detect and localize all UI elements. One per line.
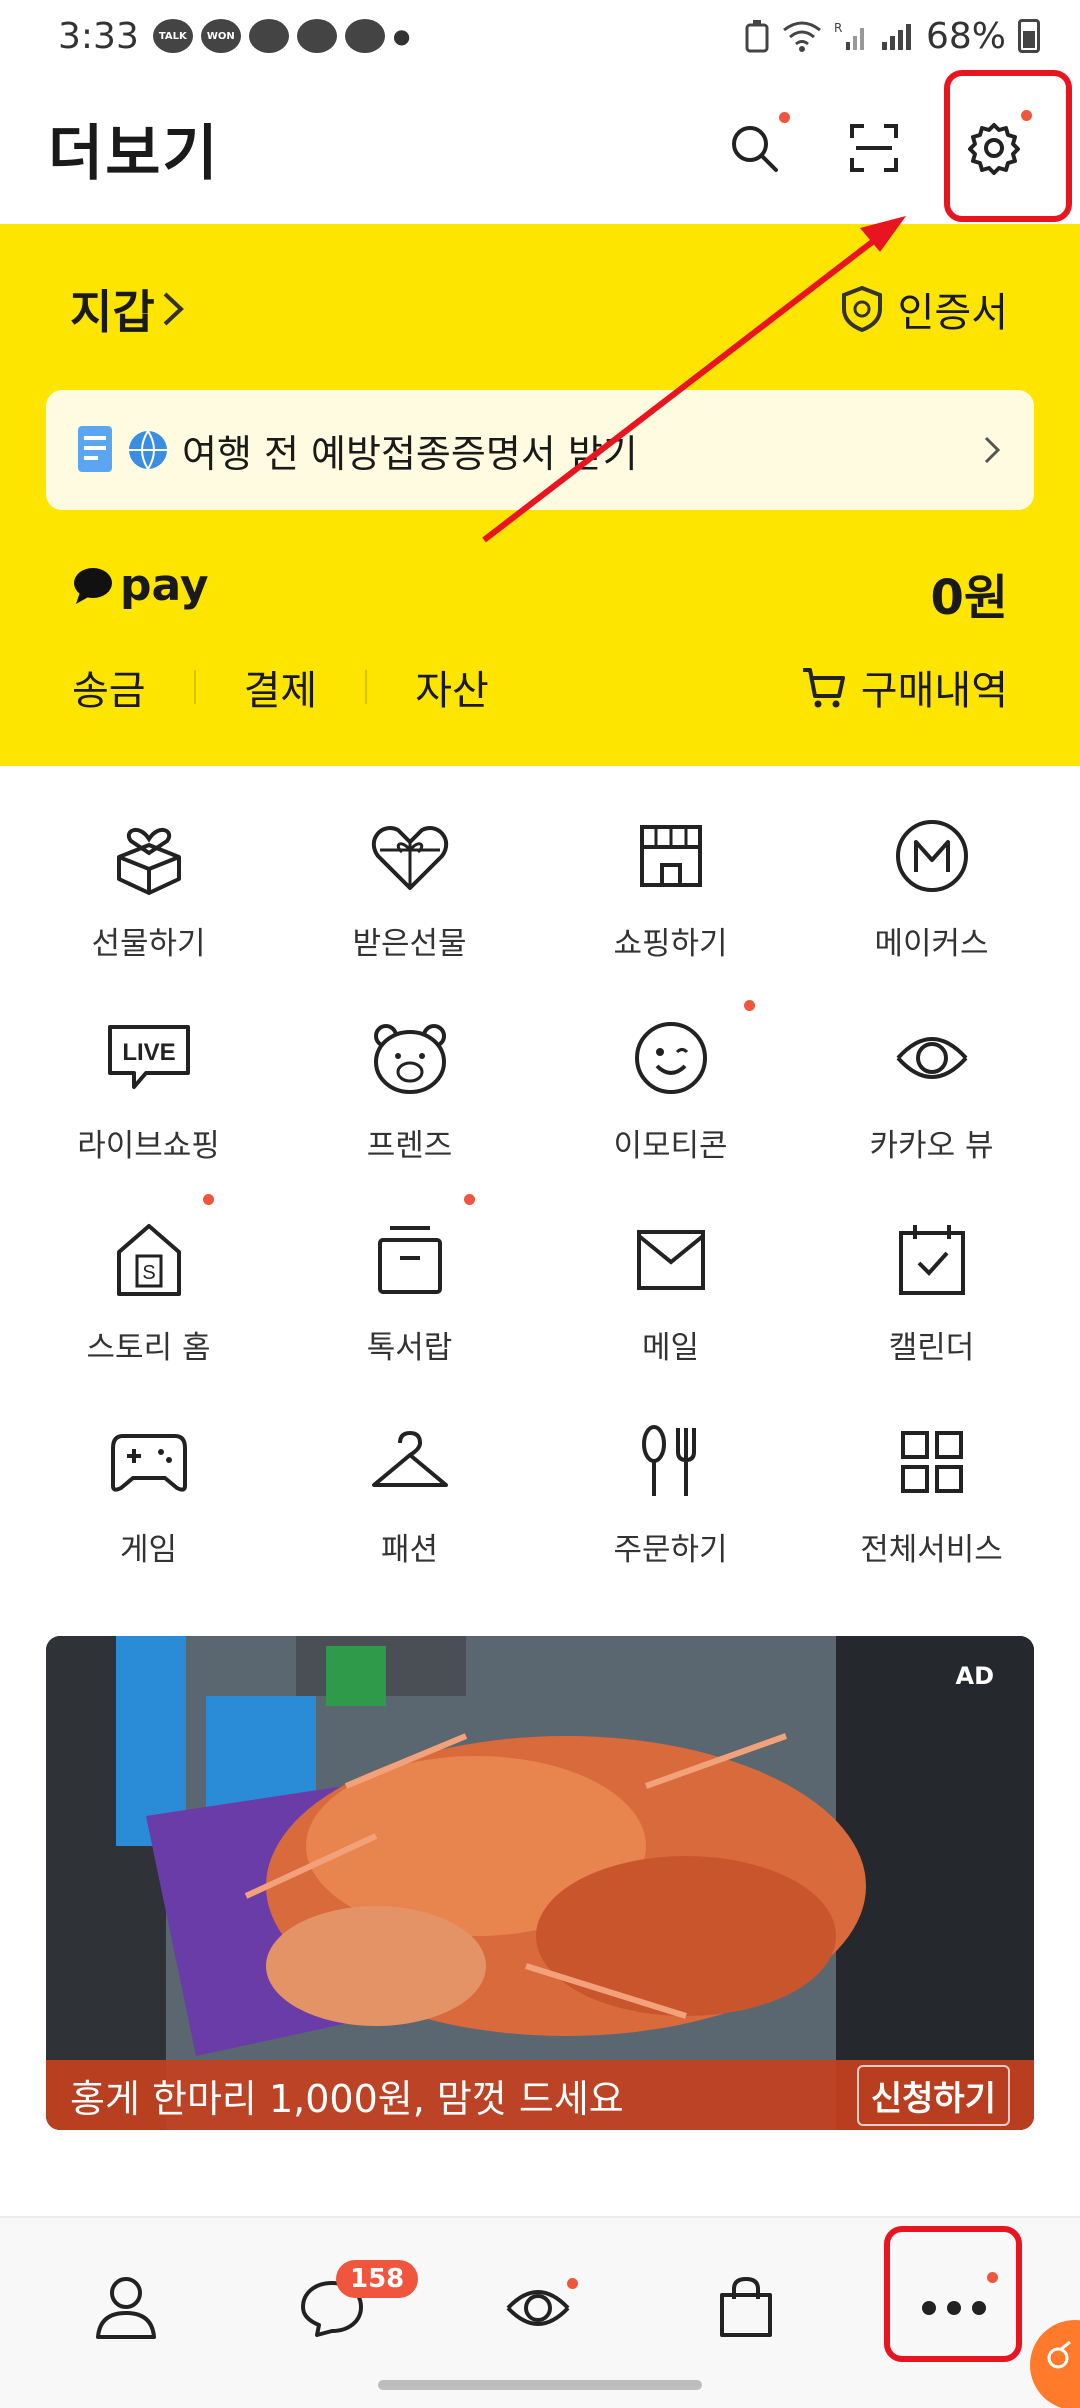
purchase-history-label: 구매내역 xyxy=(860,668,1008,714)
fork-knife-icon xyxy=(641,1425,696,1496)
emoticon-new-dot xyxy=(744,1000,755,1011)
gift-box-icon xyxy=(116,827,181,895)
service-kakao-view[interactable]: 카카오 뷰 xyxy=(801,1010,1062,1212)
ad-label: AD xyxy=(955,1662,995,1690)
person-icon xyxy=(96,2277,156,2339)
service-makers[interactable]: 메이커스 xyxy=(801,808,1062,1010)
live-icon: LIVE xyxy=(107,1025,190,1089)
ad-headline: 홍게 한마리 1,000원, 맘껏 드세요 xyxy=(70,2076,624,2121)
service-label: 전체서비스 xyxy=(860,1532,1003,1568)
service-label: 선물하기 xyxy=(91,926,206,962)
service-gift[interactable]: 선물하기 xyxy=(18,808,279,1010)
service-game[interactable]: 게임 xyxy=(18,1414,279,1616)
calendar-icon xyxy=(898,1225,965,1295)
service-order[interactable]: 주문하기 xyxy=(540,1414,801,1616)
bear-face-icon xyxy=(373,1024,446,1094)
svg-text:LIVE: LIVE xyxy=(122,1039,175,1066)
story-new-dot xyxy=(203,1194,214,1205)
service-label: 프렌즈 xyxy=(366,1128,453,1164)
service-story-home[interactable]: S 스토리 홈 xyxy=(18,1194,279,1414)
wallet-nav-transfer[interactable]: 송금 xyxy=(72,658,146,716)
service-label: 캘린더 xyxy=(888,1330,975,1366)
service-fashion[interactable]: 패션 xyxy=(279,1414,540,1616)
tab-chats[interactable]: 158 xyxy=(286,2260,419,2354)
link-icon xyxy=(1047,2340,1071,2369)
service-label: 톡서랍 xyxy=(366,1330,453,1366)
annotation-arrow xyxy=(482,216,906,543)
store-icon xyxy=(639,825,702,887)
wallet-nav-assets[interactable]: 자산 xyxy=(415,658,489,716)
service-mail[interactable]: 메일 xyxy=(540,1212,801,1414)
service-friends[interactable]: 프렌즈 xyxy=(279,1010,540,1212)
tab-view[interactable] xyxy=(492,2262,584,2354)
service-label: 게임 xyxy=(119,1532,178,1568)
service-label: 쇼핑하기 xyxy=(613,926,728,962)
tab-friends[interactable] xyxy=(80,2262,172,2354)
more-tab-annotation-box xyxy=(884,2226,1022,2362)
service-label: 메일 xyxy=(641,1330,700,1366)
tab-shopping[interactable] xyxy=(700,2262,792,2354)
service-all-services[interactable]: 전체서비스 xyxy=(801,1414,1062,1616)
service-label: 라이브쇼핑 xyxy=(77,1128,220,1164)
grid-icon xyxy=(900,1431,963,1493)
heart-gift-icon xyxy=(371,826,448,890)
ad-caption-bar: 홍게 한마리 1,000원, 맘껏 드세요 신청하기 xyxy=(46,2060,1034,2130)
service-label: 메이커스 xyxy=(874,926,989,962)
drawer-new-dot xyxy=(464,1194,475,1205)
makers-m-icon xyxy=(895,820,968,892)
service-label: 스토리 홈 xyxy=(86,1330,211,1366)
ad-photo xyxy=(46,1636,1034,2130)
gesture-home-bar[interactable] xyxy=(378,2380,702,2390)
divider xyxy=(365,670,368,704)
view-eye-icon xyxy=(896,1037,967,1079)
service-grid: 선물하기 받은선물 쇼핑하기 메이커스 LIVE 라이브쇼핑 프렌즈 이모티콘 … xyxy=(18,808,1062,1616)
service-label: 주문하기 xyxy=(613,1532,728,1568)
mail-icon xyxy=(636,1230,705,1290)
service-calendar[interactable]: 캘린더 xyxy=(801,1212,1062,1414)
shopping-bag-icon xyxy=(720,2276,772,2337)
divider xyxy=(193,670,196,704)
service-label: 이모티콘 xyxy=(613,1128,728,1164)
ad-banner[interactable]: AD 홍게 한마리 1,000원, 맘껏 드세요 신청하기 xyxy=(46,1636,1034,2130)
chat-unread-badge: 158 xyxy=(336,2260,419,2298)
wallet-nav: 송금 결제 자산 구매내역 xyxy=(72,658,1008,716)
service-label: 카카오 뷰 xyxy=(869,1128,994,1164)
service-shopping[interactable]: 쇼핑하기 xyxy=(540,808,801,1010)
purchase-history-button[interactable]: 구매내역 xyxy=(801,658,1008,716)
view-new-dot xyxy=(567,2278,578,2289)
service-label: 패션 xyxy=(380,1532,439,1568)
service-label: 받은선물 xyxy=(352,926,467,962)
smile-icon xyxy=(634,1022,707,1094)
cart-icon xyxy=(802,668,845,708)
service-live-shopping[interactable]: LIVE 라이브쇼핑 xyxy=(18,1010,279,1212)
story-home-icon: S xyxy=(116,1224,181,1296)
service-emoticon[interactable]: 이모티콘 xyxy=(540,1000,801,1212)
ad-apply-button[interactable]: 신청하기 xyxy=(856,2064,1010,2126)
service-talk-drawer[interactable]: 톡서랍 xyxy=(279,1194,540,1414)
hanger-icon xyxy=(371,1431,448,1487)
view-eye-icon xyxy=(506,2290,570,2326)
service-received-gift[interactable]: 받은선물 xyxy=(279,808,540,1010)
gamepad-icon xyxy=(110,1434,187,1492)
svg-text:S: S xyxy=(142,1262,155,1284)
drawer-icon xyxy=(377,1226,442,1294)
wallet-nav-payment[interactable]: 결제 xyxy=(244,658,318,716)
